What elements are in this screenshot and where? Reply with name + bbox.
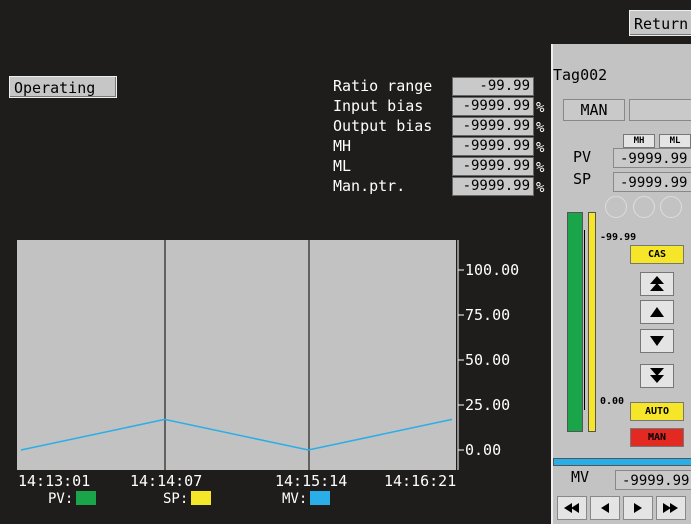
decrease-button[interactable] [640, 329, 674, 353]
y-tick-label-3: 25.00 [465, 396, 510, 414]
y-tick-label-2: 50.00 [465, 351, 510, 369]
unit-ml: % [536, 160, 545, 176]
ml-indicator: ML [659, 134, 691, 148]
y-tick-label-4: 0.00 [465, 441, 501, 459]
mv-nav-buttons [557, 496, 686, 520]
bar-scale [584, 230, 590, 410]
legend-label-sp: SP: [163, 491, 188, 507]
param-field-ml[interactable]: -9999.99 [452, 157, 534, 176]
plot-area [17, 240, 456, 470]
params-values: -99.99 -9999.99 -9999.99 -9999.99 -9999.… [452, 77, 534, 196]
mv-fast-back-button[interactable] [557, 496, 587, 520]
fast-decrease-button[interactable] [640, 364, 674, 388]
mv-bar [553, 458, 691, 466]
faceplate-panel: Tag002 MAN MH ML PV -9999.99 SP -9999.99… [551, 44, 691, 524]
double-right-arrow-icon [663, 503, 678, 513]
double-left-arrow-icon [564, 503, 579, 513]
legend-label-pv: PV: [48, 491, 73, 507]
up-arrow-icon [650, 307, 664, 317]
tag-name: Tag002 [553, 66, 608, 84]
cas-button[interactable]: CAS [630, 245, 684, 264]
y-tick-label-0: 100.00 [465, 261, 519, 279]
param-field-ratio-range[interactable]: -99.99 [452, 77, 534, 96]
left-arrow-icon [601, 503, 609, 513]
param-field-man-ptr[interactable]: -9999.99 [452, 177, 534, 196]
trend-chart: 100.00 75.00 50.00 25.00 0.00 14:13:01 14:14:0… [17, 240, 519, 507]
fast-increase-button[interactable] [640, 272, 674, 296]
mv-fast-forward-button[interactable] [656, 496, 686, 520]
mv-label: MV [571, 468, 590, 486]
down-arrow-icon [650, 336, 664, 346]
pv-value: -9999.99 [613, 148, 691, 168]
auto-button[interactable]: AUTO [630, 402, 684, 421]
increase-button[interactable] [640, 300, 674, 324]
y-tick-label-1: 75.00 [465, 306, 510, 324]
legend-swatch-mv [310, 491, 330, 505]
param-label-output-bias: Output bias [333, 117, 433, 135]
legend-label-mv: MV: [282, 491, 307, 507]
x-tick-label-2: 14:15:14 [275, 472, 347, 490]
unit-man-ptr: % [536, 180, 545, 196]
x-tick-label-1: 14:14:07 [130, 472, 202, 490]
right-arrow-icon [634, 503, 642, 513]
mv-forward-button[interactable] [623, 496, 653, 520]
pv-label: PV [573, 148, 592, 166]
mv-value[interactable]: -9999.99 [615, 470, 691, 490]
double-down-arrow-icon [650, 368, 664, 383]
param-field-mh[interactable]: -9999.99 [452, 137, 534, 156]
param-label-ml: ML [333, 157, 352, 175]
legend-swatch-pv [76, 491, 96, 505]
param-label-ratio-range: Ratio range [333, 77, 433, 95]
unit-output-bias: % [536, 120, 545, 136]
pv-bar [567, 212, 583, 432]
operating-status-button[interactable]: Operating [9, 76, 117, 98]
unit-input-bias: % [536, 100, 545, 116]
mode-display: MAN [563, 99, 625, 121]
scale-low-label: 0.00 [600, 396, 625, 407]
param-field-output-bias[interactable]: -9999.99 [452, 117, 534, 136]
params-units: % % % % % [536, 98, 544, 198]
params-labels: Ratio range Input bias Output bias MH ML… [333, 76, 432, 196]
legend-swatch-sp [191, 491, 211, 505]
message-field [629, 99, 691, 121]
mv-back-button[interactable] [590, 496, 620, 520]
unit-mh: % [536, 140, 545, 156]
double-up-arrow-icon [650, 276, 664, 291]
sp-label: SP [573, 170, 592, 188]
param-label-mh: MH [333, 137, 352, 155]
param-field-input-bias[interactable]: -9999.99 [452, 97, 534, 116]
x-tick-label-3: 14:16:21 [384, 472, 456, 490]
man-button[interactable]: MAN [630, 428, 684, 447]
mh-indicator: MH [623, 134, 655, 148]
status-lamps [605, 196, 683, 222]
sp-value[interactable]: -9999.99 [613, 172, 691, 192]
param-label-input-bias: Input bias [333, 97, 424, 115]
x-tick-label-0: 14:13:01 [18, 472, 90, 490]
param-label-man-ptr: Man.ptr. [333, 177, 406, 195]
scale-high-label: -99.99 [600, 232, 637, 243]
return-button[interactable]: Return [629, 10, 691, 36]
